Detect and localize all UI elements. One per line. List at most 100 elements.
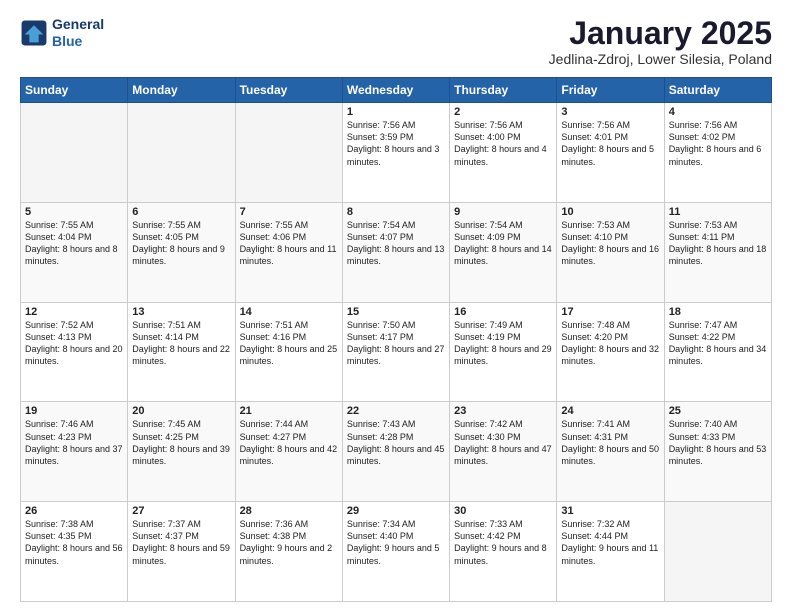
day-number: 13 <box>132 306 230 318</box>
day-number: 26 <box>25 505 123 517</box>
calendar-cell: 19Sunrise: 7:46 AM Sunset: 4:23 PM Dayli… <box>21 402 128 502</box>
calendar-cell: 31Sunrise: 7:32 AM Sunset: 4:44 PM Dayli… <box>557 502 664 602</box>
day-info: Sunrise: 7:46 AM Sunset: 4:23 PM Dayligh… <box>25 418 123 467</box>
calendar-cell: 27Sunrise: 7:37 AM Sunset: 4:37 PM Dayli… <box>128 502 235 602</box>
calendar-cell: 30Sunrise: 7:33 AM Sunset: 4:42 PM Dayli… <box>450 502 557 602</box>
day-info: Sunrise: 7:51 AM Sunset: 4:16 PM Dayligh… <box>240 319 338 368</box>
logo-line1: General <box>52 16 104 32</box>
calendar-cell: 2Sunrise: 7:56 AM Sunset: 4:00 PM Daylig… <box>450 103 557 203</box>
header: General Blue January 2025 Jedlina-Zdroj,… <box>20 16 772 67</box>
day-info: Sunrise: 7:48 AM Sunset: 4:20 PM Dayligh… <box>561 319 659 368</box>
day-info: Sunrise: 7:50 AM Sunset: 4:17 PM Dayligh… <box>347 319 445 368</box>
day-number: 10 <box>561 206 659 218</box>
day-info: Sunrise: 7:40 AM Sunset: 4:33 PM Dayligh… <box>669 418 767 467</box>
calendar-body: 1Sunrise: 7:56 AM Sunset: 3:59 PM Daylig… <box>21 103 772 602</box>
day-info: Sunrise: 7:33 AM Sunset: 4:42 PM Dayligh… <box>454 518 552 567</box>
day-number: 14 <box>240 306 338 318</box>
day-number: 9 <box>454 206 552 218</box>
day-number: 28 <box>240 505 338 517</box>
day-number: 11 <box>669 206 767 218</box>
day-number: 2 <box>454 106 552 118</box>
day-info: Sunrise: 7:44 AM Sunset: 4:27 PM Dayligh… <box>240 418 338 467</box>
day-info: Sunrise: 7:53 AM Sunset: 4:10 PM Dayligh… <box>561 219 659 268</box>
day-info: Sunrise: 7:56 AM Sunset: 4:00 PM Dayligh… <box>454 119 552 168</box>
weekday-header-cell: Thursday <box>450 78 557 103</box>
day-info: Sunrise: 7:54 AM Sunset: 4:07 PM Dayligh… <box>347 219 445 268</box>
day-number: 29 <box>347 505 445 517</box>
day-info: Sunrise: 7:51 AM Sunset: 4:14 PM Dayligh… <box>132 319 230 368</box>
calendar-cell: 21Sunrise: 7:44 AM Sunset: 4:27 PM Dayli… <box>235 402 342 502</box>
day-number: 3 <box>561 106 659 118</box>
day-info: Sunrise: 7:55 AM Sunset: 4:05 PM Dayligh… <box>132 219 230 268</box>
day-number: 25 <box>669 405 767 417</box>
weekday-header-cell: Wednesday <box>342 78 449 103</box>
title-block: January 2025 Jedlina-Zdroj, Lower Silesi… <box>549 16 772 67</box>
logo: General Blue <box>20 16 104 50</box>
calendar-cell: 17Sunrise: 7:48 AM Sunset: 4:20 PM Dayli… <box>557 302 664 402</box>
calendar-cell: 14Sunrise: 7:51 AM Sunset: 4:16 PM Dayli… <box>235 302 342 402</box>
calendar-cell: 11Sunrise: 7:53 AM Sunset: 4:11 PM Dayli… <box>664 202 771 302</box>
calendar-cell: 13Sunrise: 7:51 AM Sunset: 4:14 PM Dayli… <box>128 302 235 402</box>
calendar-cell: 26Sunrise: 7:38 AM Sunset: 4:35 PM Dayli… <box>21 502 128 602</box>
day-number: 6 <box>132 206 230 218</box>
calendar-week-row: 1Sunrise: 7:56 AM Sunset: 3:59 PM Daylig… <box>21 103 772 203</box>
day-number: 20 <box>132 405 230 417</box>
calendar-week-row: 12Sunrise: 7:52 AM Sunset: 4:13 PM Dayli… <box>21 302 772 402</box>
calendar-table: SundayMondayTuesdayWednesdayThursdayFrid… <box>20 77 772 602</box>
day-number: 5 <box>25 206 123 218</box>
day-number: 23 <box>454 405 552 417</box>
weekday-header-cell: Friday <box>557 78 664 103</box>
day-info: Sunrise: 7:47 AM Sunset: 4:22 PM Dayligh… <box>669 319 767 368</box>
calendar-cell: 15Sunrise: 7:50 AM Sunset: 4:17 PM Dayli… <box>342 302 449 402</box>
calendar-cell <box>128 103 235 203</box>
calendar-cell: 4Sunrise: 7:56 AM Sunset: 4:02 PM Daylig… <box>664 103 771 203</box>
day-number: 30 <box>454 505 552 517</box>
calendar-cell: 12Sunrise: 7:52 AM Sunset: 4:13 PM Dayli… <box>21 302 128 402</box>
day-number: 1 <box>347 106 445 118</box>
day-number: 27 <box>132 505 230 517</box>
day-number: 7 <box>240 206 338 218</box>
day-number: 31 <box>561 505 659 517</box>
day-info: Sunrise: 7:43 AM Sunset: 4:28 PM Dayligh… <box>347 418 445 467</box>
calendar-cell: 10Sunrise: 7:53 AM Sunset: 4:10 PM Dayli… <box>557 202 664 302</box>
day-info: Sunrise: 7:55 AM Sunset: 4:06 PM Dayligh… <box>240 219 338 268</box>
weekday-header-row: SundayMondayTuesdayWednesdayThursdayFrid… <box>21 78 772 103</box>
day-info: Sunrise: 7:56 AM Sunset: 4:02 PM Dayligh… <box>669 119 767 168</box>
day-info: Sunrise: 7:55 AM Sunset: 4:04 PM Dayligh… <box>25 219 123 268</box>
day-number: 15 <box>347 306 445 318</box>
day-info: Sunrise: 7:56 AM Sunset: 3:59 PM Dayligh… <box>347 119 445 168</box>
calendar-cell: 24Sunrise: 7:41 AM Sunset: 4:31 PM Dayli… <box>557 402 664 502</box>
weekday-header-cell: Monday <box>128 78 235 103</box>
day-info: Sunrise: 7:38 AM Sunset: 4:35 PM Dayligh… <box>25 518 123 567</box>
calendar-cell: 8Sunrise: 7:54 AM Sunset: 4:07 PM Daylig… <box>342 202 449 302</box>
calendar-cell: 3Sunrise: 7:56 AM Sunset: 4:01 PM Daylig… <box>557 103 664 203</box>
day-info: Sunrise: 7:34 AM Sunset: 4:40 PM Dayligh… <box>347 518 445 567</box>
logo-icon <box>20 19 48 47</box>
calendar-cell: 25Sunrise: 7:40 AM Sunset: 4:33 PM Dayli… <box>664 402 771 502</box>
calendar-cell <box>21 103 128 203</box>
day-info: Sunrise: 7:49 AM Sunset: 4:19 PM Dayligh… <box>454 319 552 368</box>
weekday-header-cell: Saturday <box>664 78 771 103</box>
day-info: Sunrise: 7:42 AM Sunset: 4:30 PM Dayligh… <box>454 418 552 467</box>
calendar-cell: 28Sunrise: 7:36 AM Sunset: 4:38 PM Dayli… <box>235 502 342 602</box>
day-number: 16 <box>454 306 552 318</box>
day-info: Sunrise: 7:41 AM Sunset: 4:31 PM Dayligh… <box>561 418 659 467</box>
day-number: 18 <box>669 306 767 318</box>
calendar-cell: 5Sunrise: 7:55 AM Sunset: 4:04 PM Daylig… <box>21 202 128 302</box>
weekday-header-cell: Sunday <box>21 78 128 103</box>
calendar-week-row: 5Sunrise: 7:55 AM Sunset: 4:04 PM Daylig… <box>21 202 772 302</box>
day-info: Sunrise: 7:53 AM Sunset: 4:11 PM Dayligh… <box>669 219 767 268</box>
logo-line2: Blue <box>52 33 104 50</box>
page: General Blue January 2025 Jedlina-Zdroj,… <box>0 0 792 612</box>
calendar-week-row: 19Sunrise: 7:46 AM Sunset: 4:23 PM Dayli… <box>21 402 772 502</box>
day-info: Sunrise: 7:36 AM Sunset: 4:38 PM Dayligh… <box>240 518 338 567</box>
day-number: 22 <box>347 405 445 417</box>
day-info: Sunrise: 7:54 AM Sunset: 4:09 PM Dayligh… <box>454 219 552 268</box>
calendar-cell: 20Sunrise: 7:45 AM Sunset: 4:25 PM Dayli… <box>128 402 235 502</box>
calendar-cell: 29Sunrise: 7:34 AM Sunset: 4:40 PM Dayli… <box>342 502 449 602</box>
calendar-cell: 16Sunrise: 7:49 AM Sunset: 4:19 PM Dayli… <box>450 302 557 402</box>
day-number: 19 <box>25 405 123 417</box>
day-number: 12 <box>25 306 123 318</box>
location-subtitle: Jedlina-Zdroj, Lower Silesia, Poland <box>549 51 772 67</box>
day-info: Sunrise: 7:37 AM Sunset: 4:37 PM Dayligh… <box>132 518 230 567</box>
